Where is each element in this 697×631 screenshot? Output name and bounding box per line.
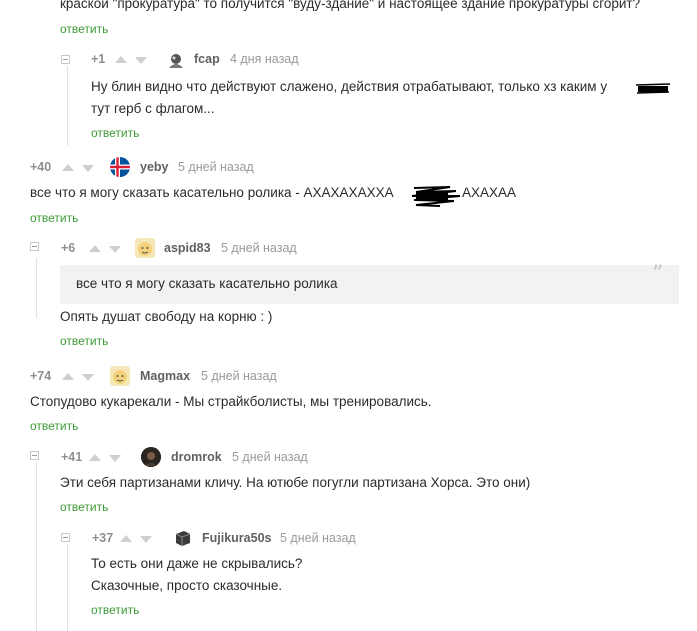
username[interactable]: aspid83 [164,241,211,255]
downvote-arrow-icon[interactable] [82,165,94,172]
timestamp: 5 дней назад [178,160,254,174]
reply-link[interactable]: ответить [91,126,139,140]
comment-text: АХАХАА [462,185,517,200]
avatar-image [169,54,183,68]
comment-score: +37 [92,531,114,545]
quote-text: все что я могу сказать касательно ролика [76,276,338,291]
username[interactable]: dromrok [171,450,222,464]
avatar[interactable] [173,528,193,548]
timestamp: 5 дней назад [221,241,297,255]
thread-line [67,66,68,146]
username[interactable]: yeby [140,160,169,174]
username[interactable]: fcap [194,52,220,66]
avatar[interactable] [110,157,130,177]
reply-link[interactable]: ответить [60,500,108,514]
username[interactable]: Fujikura50s [202,531,271,545]
comment-text: Эти себя партизанами кличу. На ютюбе пог… [60,475,531,490]
timestamp: 5 дней назад [201,369,277,383]
quote-icon: ” [652,262,664,287]
reply-link[interactable]: ответить [91,603,139,617]
upvote-arrow-icon[interactable] [89,454,101,461]
comment-text: все что я могу сказать касательно ролика… [30,185,394,200]
comment-text: тут герб с флагом... [91,101,215,116]
avatar-image [113,370,127,384]
timestamp: 5 дней назад [232,450,308,464]
upvote-arrow-icon[interactable] [115,56,127,63]
comment-score: +1 [91,52,106,66]
reply-link[interactable]: ответить [30,419,78,433]
comment-score: +74 [30,369,52,383]
reply-link[interactable]: ответить [60,22,108,36]
avatar-image [138,242,152,256]
upvote-arrow-icon[interactable] [89,245,101,252]
downvote-arrow-icon[interactable] [109,246,121,253]
thread-line [36,462,37,631]
comment-text: краской "прокуратура" то получится "вуду… [60,0,641,11]
comment-score: +40 [30,160,52,174]
comment-score: +41 [61,450,83,464]
comment-score: +6 [61,241,76,255]
comment-text: Ну блин видно что действуют слажено, дей… [91,79,608,94]
collapse-button[interactable] [61,55,70,64]
scribble-image [635,83,671,94]
downvote-arrow-icon[interactable] [135,57,147,64]
downvote-arrow-icon[interactable] [109,455,121,462]
upvote-arrow-icon[interactable] [62,373,74,380]
timestamp: 4 дня назад [230,52,299,66]
scribble-image [411,186,461,207]
quote-block: все что я могу сказать касательно ролика… [60,262,679,304]
avatar[interactable] [166,50,186,70]
collapse-button[interactable] [30,242,39,251]
username[interactable]: Magmax [140,369,190,383]
upvote-arrow-icon[interactable] [62,164,74,171]
avatar[interactable] [110,366,130,386]
comment-text: Сказочные, просто сказочные. [91,578,283,593]
thread-line [36,258,37,318]
comment-text: То есть они даже не скрывались? [91,556,303,571]
collapse-button[interactable] [61,533,70,542]
comment-text: Стопудово кукарекали - Мы страйкболисты,… [30,394,432,409]
downvote-arrow-icon[interactable] [140,536,152,543]
collapse-button[interactable] [30,451,39,460]
timestamp: 5 дней назад [280,531,356,545]
flag-avatar-image [110,157,130,177]
avatar-image [175,531,191,546]
avatar[interactable] [135,238,155,258]
reply-link[interactable]: ответить [30,211,78,225]
reply-link[interactable]: ответить [60,334,108,348]
upvote-arrow-icon[interactable] [120,535,132,542]
comment-text: Опять душат свободу на корню : ) [60,309,273,324]
avatar[interactable] [141,447,161,467]
downvote-arrow-icon[interactable] [82,374,94,381]
avatar-image [141,447,161,467]
thread-line [67,544,68,631]
